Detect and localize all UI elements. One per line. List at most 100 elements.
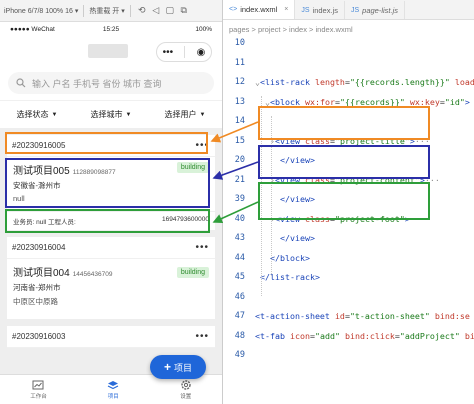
more-icon[interactable]: •••: [163, 47, 174, 58]
layers-icon: [107, 380, 119, 389]
divider: [129, 4, 131, 17]
search-input[interactable]: 输入 户名 手机号 省份 城市 查询: [8, 72, 214, 94]
code-line[interactable]: <t-fab icon="add" bind:click="addProject…: [255, 331, 474, 341]
battery: 100%: [195, 25, 212, 33]
code-line[interactable]: </view>: [255, 233, 315, 243]
line-number: 14: [234, 116, 245, 126]
tab-label: 工作台: [30, 393, 47, 400]
line-number: 49: [234, 350, 245, 360]
chart-icon: [32, 380, 44, 389]
filter-city[interactable]: 选择城市 ▼: [91, 109, 132, 120]
line-number: 10: [234, 38, 245, 48]
status-badge: building: [176, 267, 209, 278]
project-card[interactable]: #20230916004 ••• 测试项目004 14456436709 bui…: [7, 237, 215, 319]
line-number: 43: [234, 233, 245, 243]
content-code-box: [258, 145, 430, 179]
code-line[interactable]: </block>: [255, 253, 310, 263]
carrier: ●●●●● WeChat: [10, 25, 55, 33]
line-number: 13: [234, 96, 245, 107]
tab-settings[interactable]: 设置: [180, 379, 192, 400]
window-icon[interactable]: ⧉: [178, 5, 190, 17]
tab-workbench[interactable]: 工作台: [30, 380, 47, 400]
gear-icon: [181, 380, 191, 390]
search-icon: [16, 78, 26, 88]
filter-label: 选择用户: [164, 110, 197, 119]
editor-tabs: <> index.wxml × JS index.js JS page-list…: [223, 0, 474, 20]
line-number: 39: [234, 194, 245, 204]
project-number: #20230916004: [12, 243, 66, 252]
title-highlight-box: [5, 132, 208, 154]
project-location: 河南省-郑州市: [13, 283, 61, 292]
wxml-icon: <>: [229, 5, 238, 13]
caret-down-icon: ▼: [199, 111, 206, 118]
search-placeholder: 输入 户名 手机号 省份 城市 查询: [32, 78, 162, 89]
device-select[interactable]: iPhone 6/7/8 100% 16 ▾: [4, 7, 78, 15]
breadcrumb: pages > project > index > index.wxml: [223, 20, 474, 38]
hot-reload-toggle[interactable]: 热重载 开 ▾: [89, 6, 124, 16]
plus-icon: +: [163, 360, 171, 374]
js-icon: JS: [350, 6, 360, 14]
code-line[interactable]: ⌄<list-rack length="{{records.length}}" …: [255, 77, 474, 87]
page-title-redacted: [88, 44, 128, 58]
project-title: #20230916004 •••: [7, 237, 215, 259]
screenshot-root: { "simulator": { "device": "iPhone 6/7/8…: [0, 0, 474, 404]
breadcrumb-path: pages > project > index > index.wxml: [229, 24, 353, 34]
line-number: 21: [234, 174, 245, 185]
line-number: 12: [234, 77, 245, 87]
caret-down-icon: ▼: [125, 111, 132, 118]
menu-capsule[interactable]: ••• ◉: [156, 42, 212, 62]
line-number: 47: [234, 311, 245, 321]
simulator-toolbar: iPhone 6/7/8 100% 16 ▾ 热重载 开 ▾ ⟲ ◁ ▢ ⧉: [0, 0, 222, 22]
code-line[interactable]: ⌄<block wx:for="{{records}}" wx:key="id"…: [255, 97, 470, 107]
code-line[interactable]: </list-rack>: [255, 272, 320, 282]
rotate-icon[interactable]: ⟲: [136, 5, 148, 17]
more-icon[interactable]: •••: [195, 242, 209, 253]
line-number: 44: [234, 252, 245, 263]
line-number: 48: [234, 330, 245, 341]
line-number: 45: [234, 272, 245, 282]
tab-index-js[interactable]: JS index.js: [295, 1, 345, 19]
add-project-button[interactable]: + 项目: [150, 355, 206, 379]
line-number: 11: [234, 57, 245, 68]
project-address: 中原区中原路: [13, 297, 58, 306]
fab-label: 项目: [174, 362, 193, 373]
project-phone: 14456436709: [72, 271, 113, 278]
js-icon: JS: [301, 6, 310, 14]
content-highlight-box: [5, 158, 210, 208]
project-content: 测试项目004 14456436709 building 河南省-郑州市 中原区…: [7, 259, 215, 319]
filter-label: 选择城市: [90, 110, 123, 119]
project-title: #20230916003 •••: [7, 326, 215, 348]
title-code-box: [258, 106, 430, 140]
tab-label: index.js: [312, 5, 338, 15]
line-number: 15: [234, 135, 245, 146]
line-number: 20: [234, 155, 245, 165]
tab-label: page-list.js: [362, 5, 399, 15]
volume-icon[interactable]: ◁: [150, 5, 162, 17]
tab-project[interactable]: 项目: [107, 380, 119, 400]
tab-label: index.wxml: [240, 4, 278, 14]
filter-bar: 选择状态 ▼ 选择城市 ▼ 选择用户 ▼: [0, 100, 222, 128]
code-line[interactable]: <t-action-sheet id="t-action-sheet" bind…: [255, 311, 470, 321]
filter-status[interactable]: 选择状态 ▼: [17, 109, 58, 120]
foot-code-box: [258, 182, 430, 220]
close-icon[interactable]: ×: [284, 6, 288, 13]
filter-label: 选择状态: [16, 110, 49, 119]
close-icon[interactable]: ◉: [197, 47, 206, 58]
project-card[interactable]: #20230916003 •••: [7, 326, 215, 348]
tab-label: 项目: [107, 393, 119, 400]
caret-down-icon: ▼: [51, 111, 58, 118]
status-bar: ●●●●● WeChat 15:25 100%: [0, 22, 222, 36]
search-bar: 输入 户名 手机号 省份 城市 查询: [0, 66, 222, 100]
line-number: 40: [234, 213, 245, 224]
tab-index-wxml[interactable]: <> index.wxml ×: [223, 0, 296, 19]
divider: [83, 4, 85, 17]
more-icon[interactable]: •••: [195, 331, 209, 342]
project-number: #20230916003: [12, 332, 66, 341]
nav-bar: ••• ◉: [0, 36, 222, 66]
tab-page-list-js[interactable]: JS page-list.js: [345, 1, 406, 19]
filter-user[interactable]: 选择用户 ▼: [165, 109, 206, 120]
screenshot-icon[interactable]: ▢: [164, 5, 176, 17]
foot-highlight-box: [5, 209, 210, 233]
line-number: 46: [234, 291, 245, 302]
